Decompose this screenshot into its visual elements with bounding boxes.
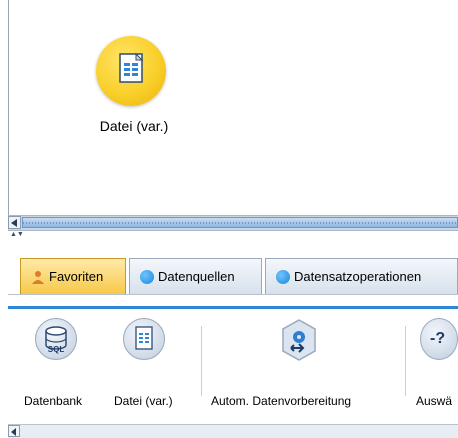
tab-favoriten[interactable]: Favoriten xyxy=(20,258,126,294)
tab-label: Datenquellen xyxy=(158,269,235,284)
splitter-arrows-icon[interactable]: ▲▼ xyxy=(10,231,24,238)
pane-splitter[interactable] xyxy=(0,231,458,239)
question-icon: -? xyxy=(420,318,458,360)
canvas-node-label: Datei (var.) xyxy=(99,118,169,134)
scroll-left-button[interactable] xyxy=(8,425,20,437)
tool-separator xyxy=(405,326,406,396)
tool-autom-datenvorbereitung[interactable] xyxy=(277,318,321,362)
arrow-left-icon xyxy=(11,219,17,227)
question-badge: -? xyxy=(430,330,446,347)
tool-label-datei-var: Datei (var.) xyxy=(114,394,173,408)
arrow-left-icon xyxy=(11,428,16,436)
blue-dot-icon xyxy=(276,269,290,284)
canvas-node-datei[interactable] xyxy=(96,36,170,110)
sql-badge: SQL xyxy=(48,345,65,354)
user-icon xyxy=(32,270,44,284)
tool-separator xyxy=(201,326,202,396)
document-icon xyxy=(123,318,165,360)
tool-label-auswahl: Auswä xyxy=(416,394,453,408)
tool-label-autom: Autom. Datenvorbereitung xyxy=(211,394,352,408)
tab-datensatzoperationen[interactable]: Datensatzoperationen xyxy=(265,258,458,294)
scrollbar-thumb[interactable] xyxy=(22,217,458,228)
node-circle xyxy=(96,36,166,106)
gear-arrow-icon xyxy=(282,319,316,361)
tool-label-datenbank: Datenbank xyxy=(24,394,83,408)
tool-datenbank[interactable]: SQL xyxy=(35,318,77,360)
tool-auswahl[interactable]: -? xyxy=(420,318,458,360)
tab-datenquellen[interactable]: Datenquellen xyxy=(129,258,262,294)
tab-strip-line xyxy=(8,294,458,298)
tab-label: Favoriten xyxy=(49,269,104,284)
database-sql-icon: SQL xyxy=(35,318,77,360)
tab-label: Datensatzoperationen xyxy=(294,269,422,284)
palette-scrollbar[interactable] xyxy=(8,424,458,438)
scrollbar-grip xyxy=(23,222,457,224)
canvas-left-border xyxy=(8,0,9,222)
tool-datei-var[interactable] xyxy=(123,318,165,360)
scroll-left-button[interactable] xyxy=(8,216,21,229)
blue-dot-icon xyxy=(140,269,154,284)
document-icon xyxy=(119,52,144,83)
